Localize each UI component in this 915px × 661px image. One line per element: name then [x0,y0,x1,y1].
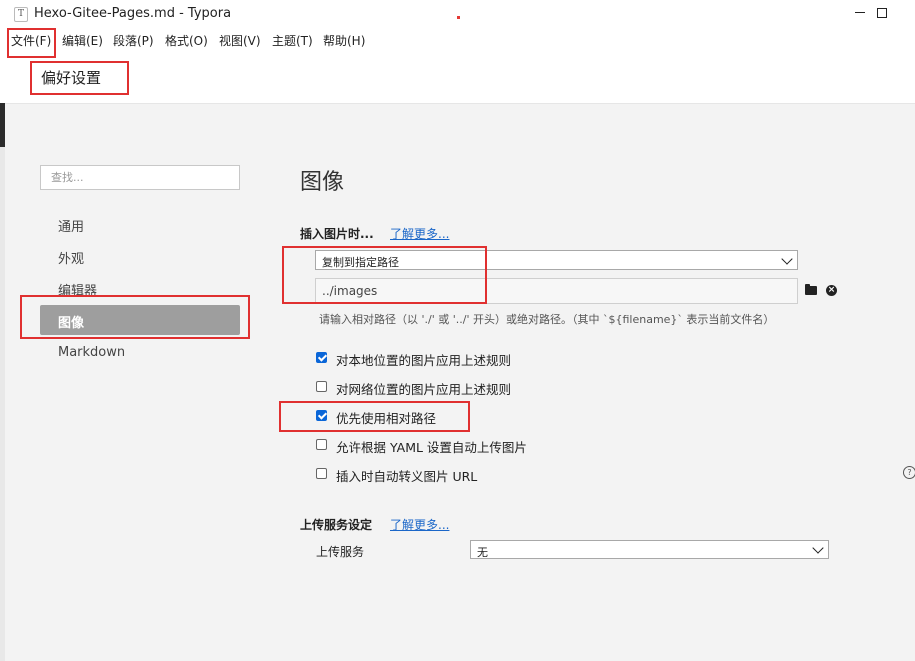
chevron-down-icon [812,542,824,554]
image-path-input[interactable] [315,278,798,304]
upload-learn-more-link[interactable]: 了解更多... [390,516,449,533]
path-hint: 请输入相对路径（以 './' 或 '../' 开头）或绝对路径。（其中 `${f… [319,313,775,326]
nav-item-general[interactable]: 通用 [58,216,84,235]
checkbox-network-images[interactable] [316,381,327,392]
option-local-images-label: 对本地位置的图片应用上述规则 [336,353,512,368]
nav-item-image-label: 图像 [58,316,85,331]
preferences-title: 偏好设置 [41,69,102,87]
upload-service-label: 上传服务 [316,545,365,559]
upload-service-select[interactable]: 无 [470,540,829,559]
menu-theme[interactable]: 主题(T) [272,32,313,49]
folder-icon[interactable] [805,284,817,295]
window-title: Hexo-Gitee-Pages.md - Typora [34,6,232,21]
preferences-search-input[interactable] [40,165,240,190]
menu-file[interactable]: 文件(F) [11,32,51,49]
insert-learn-more-link[interactable]: 了解更多... [390,225,449,242]
option-escape-url-label: 插入时自动转义图片 URL [336,469,478,484]
help-icon[interactable]: ? [903,466,915,479]
checkbox-escape-url[interactable] [316,468,327,479]
menu-view[interactable]: 视图(V) [219,32,261,49]
menu-bar: 文件(F) 编辑(E) 段落(P) 格式(O) 视图(V) 主题(T) 帮助(H… [0,28,915,52]
insert-action-select[interactable]: 复制到指定路径 [315,250,798,270]
section-title: 图像 [300,170,345,195]
menu-help[interactable]: 帮助(H) [323,32,365,49]
title-bar: T Hexo-Gitee-Pages.md - Typora [0,0,915,28]
menu-edit[interactable]: 编辑(E) [62,32,103,49]
option-network-images-label: 对网络位置的图片应用上述规则 [336,382,512,397]
upload-service-value: 无 [477,546,488,559]
menu-format[interactable]: 格式(O) [165,32,208,49]
nav-item-editor[interactable]: 编辑器 [58,280,97,299]
nav-item-appearance[interactable]: 外观 [58,248,84,267]
chevron-down-icon [781,253,793,265]
typora-app-icon: T [14,7,28,22]
insert-action-value: 复制到指定路径 [322,256,399,269]
menu-paragraph[interactable]: 段落(P) [113,32,154,49]
option-relative-path-label: 优先使用相对路径 [336,411,437,426]
upload-section-title: 上传服务设定 [300,518,373,532]
option-yaml-upload-label: 允许根据 YAML 设置自动上传图片 [336,440,527,455]
red-dot-marker [457,16,460,19]
preferences-header [0,52,915,104]
checkbox-relative-path[interactable] [316,410,327,421]
nav-item-markdown[interactable]: Markdown [58,345,125,360]
clear-icon[interactable]: × [826,285,837,296]
minimize-icon[interactable] [855,12,865,13]
checkbox-local-images[interactable] [316,352,327,363]
insert-image-label: 插入图片时... [300,227,374,241]
maximize-icon[interactable] [877,8,887,18]
checkbox-yaml-upload[interactable] [316,439,327,450]
